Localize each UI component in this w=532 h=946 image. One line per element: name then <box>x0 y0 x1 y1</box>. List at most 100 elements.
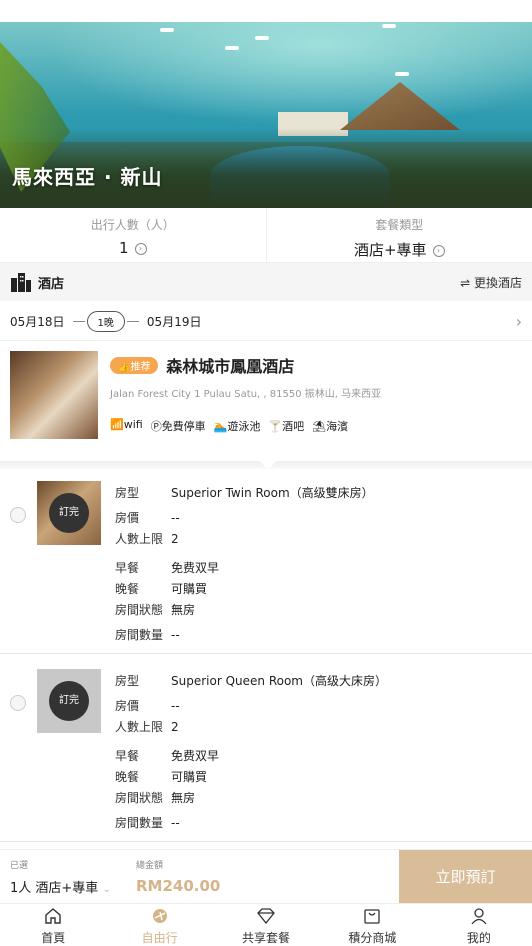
room-field-key: 房型 <box>115 674 140 688</box>
swimming-icon: 🏊遊泳池 <box>213 420 261 433</box>
room-field-key: 房價 <box>115 699 140 713</box>
hotel-name: 森林城市鳳凰酒店 <box>166 357 295 376</box>
tab-mine[interactable]: 我的 <box>426 904 532 946</box>
destination-title: 馬來西亞 · 新山 <box>12 165 163 189</box>
total-summary: 總金額 RM240.00 <box>132 850 399 903</box>
shop-icon <box>364 909 381 924</box>
room-field-value: 免费双早 <box>171 561 220 575</box>
room-field-value: 2 <box>171 719 179 734</box>
status-bar <box>0 0 532 22</box>
home-icon <box>45 908 61 924</box>
room-field-value: 免费双早 <box>171 749 220 763</box>
travelers-value-row: 1 › <box>0 239 266 257</box>
hotel-title-row: 👍推荐 森林城市鳳凰酒店 <box>110 353 522 377</box>
date-selector[interactable]: 05月18日 1晚 05月19日 › <box>0 303 532 341</box>
room-field-row: 早餐 免费双早 <box>115 745 522 766</box>
room-field-value: 2 <box>171 531 179 546</box>
tab-free-travel[interactable]: 自由行 <box>106 904 212 946</box>
booking-bar: 已選 1人 酒店+專車 ⌄ 總金額 RM240.00 立即預訂 <box>0 849 532 903</box>
room-radio[interactable] <box>10 507 26 523</box>
wifi-icon: 📶wifi <box>110 418 143 431</box>
room-field-key: 人數上限 <box>115 532 164 546</box>
boat <box>160 28 174 32</box>
hotel-section-label: 酒店 <box>38 276 65 292</box>
room-field-value: -- <box>171 510 180 525</box>
nights-badge: 1晚 <box>86 311 125 332</box>
room-field-key: 早餐 <box>115 561 140 575</box>
tab-points-mall[interactable]: 積分商城 <box>319 904 425 946</box>
date-line <box>126 321 139 322</box>
travelers-label: 出行人數（人） <box>90 218 175 232</box>
amenity-label: 遊泳池 <box>227 420 261 433</box>
room-field-value: 無房 <box>171 791 196 805</box>
boat <box>255 36 269 40</box>
room-field-row: 早餐 免费双早 <box>115 557 522 578</box>
travelers-value: 1 <box>118 239 129 257</box>
hotel-address: Jalan Forest City 1 Pulau Satu, , 81550 … <box>110 389 382 400</box>
selected-label: 已選 <box>10 861 29 871</box>
amenity-label: 免費停車 <box>161 420 206 433</box>
room-field-key: 晚餐 <box>115 770 140 784</box>
sold-out-badge: 訂完 <box>49 681 89 721</box>
room-option[interactable]: 訂完 房型 Superior Twin Room（高级雙床房） 房價 -- 人數上限… <box>0 467 532 654</box>
amenity-label: wifi <box>123 418 143 431</box>
trip-options: 出行人數（人） 1 › 套餐類型 酒店+專車 › <box>0 208 532 263</box>
boat <box>382 24 396 28</box>
boat <box>395 72 409 76</box>
room-details: 房型 Superior Twin Room（高级雙床房） 房價 -- 人數上限 2 早… <box>115 482 522 645</box>
amenity-label: 海濱 <box>326 420 349 433</box>
checkout-date: 05月19日 <box>146 315 202 329</box>
room-field-value: -- <box>171 698 180 713</box>
room-field-key: 房價 <box>115 511 140 525</box>
change-hotel-button[interactable]: ⇌ 更換酒店 <box>460 274 522 291</box>
package-option[interactable]: 套餐類型 酒店+專車 › <box>265 208 532 262</box>
room-field-row: 房型 Superior Queen Room（高级大床房） <box>115 670 522 691</box>
room-field-row: 晚餐 可購買 <box>115 766 522 787</box>
book-now-button[interactable]: 立即預訂 <box>399 850 532 903</box>
amenities-list: 📶wifi Ⓟ免費停車 🏊遊泳池 🍸酒吧 ⛱海濱 <box>110 418 522 434</box>
room-image: 訂完 <box>37 481 101 545</box>
room-field-row: 房價 -- <box>115 695 522 716</box>
bar-icon: 🍸酒吧 <box>268 420 305 433</box>
package-value-row: 酒店+專車 › <box>267 239 532 260</box>
tab-bar: 首頁 自由行 共享套餐 積分商城 我的 <box>0 903 532 946</box>
diamond-icon <box>257 908 275 925</box>
hotel-section-header: 酒店 ⇌ 更換酒店 <box>0 263 532 301</box>
tab-label: 自由行 <box>141 931 178 945</box>
tab-label: 首頁 <box>41 931 66 945</box>
package-label: 套餐類型 <box>375 218 424 232</box>
room-field-key: 房間數量 <box>115 628 164 642</box>
parking-icon: Ⓟ免費停車 <box>150 420 206 433</box>
boat <box>225 46 239 50</box>
room-field-value: Superior Queen Room（高级大床房） <box>171 674 387 688</box>
date-line <box>72 321 85 322</box>
hotel-card[interactable]: 👍推荐 森林城市鳳凰酒店 Jalan Forest City 1 Pulau S… <box>0 341 532 461</box>
room-field-value: 可購買 <box>171 582 208 596</box>
chevron-right-icon: › <box>515 312 522 331</box>
tab-shared-package[interactable]: 共享套餐 <box>213 904 319 946</box>
recommend-badge: 👍推荐 <box>110 356 159 374</box>
hotel-info: 👍推荐 森林城市鳳凰酒店 Jalan Forest City 1 Pulau S… <box>110 351 522 451</box>
selected-value-row: 1人 酒店+專車 ⌄ <box>10 877 122 896</box>
room-field-row: 房價 -- <box>115 507 522 528</box>
total-label: 總金額 <box>136 861 164 871</box>
beach-icon: ⛱海濱 <box>312 420 349 433</box>
room-field-value: -- <box>171 815 180 830</box>
room-field-key: 房間狀態 <box>115 603 164 617</box>
room-field-row: 房間數量 -- <box>115 812 522 833</box>
tab-label: 積分商城 <box>348 931 397 945</box>
room-option[interactable]: 訂完 房型 Superior Queen Room（高级大床房） 房價 -- 人數上… <box>0 655 532 842</box>
chevron-right-circle-icon: › <box>432 244 445 257</box>
room-field-key: 人數上限 <box>115 720 164 734</box>
total-price: RM240.00 <box>136 877 221 895</box>
room-field-row: 房間狀態 無房 <box>115 787 522 808</box>
room-field-row: 房間數量 -- <box>115 624 522 645</box>
tab-label: 我的 <box>466 931 491 945</box>
package-value: 酒店+專車 <box>353 241 427 259</box>
room-radio[interactable] <box>10 695 26 711</box>
travelers-option[interactable]: 出行人數（人） 1 › <box>0 208 266 262</box>
amenity-label: 酒吧 <box>282 420 305 433</box>
hero-banner: 馬來西亞 · 新山 <box>0 22 532 208</box>
tab-home[interactable]: 首頁 <box>0 904 106 946</box>
selection-summary[interactable]: 已選 1人 酒店+專車 ⌄ <box>0 850 132 903</box>
